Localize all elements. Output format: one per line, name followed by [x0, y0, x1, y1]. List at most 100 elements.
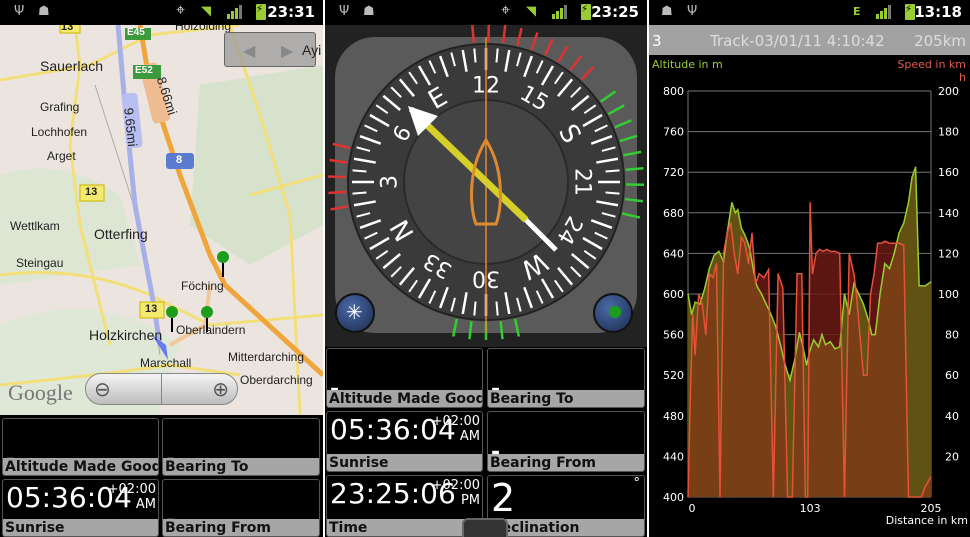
speed-point: [834, 250, 836, 252]
compass-tick: [352, 191, 367, 195]
altitude-point: [752, 268, 754, 270]
altitude-point: [839, 346, 841, 348]
google-logo: Google: [8, 380, 73, 405]
red-layline-tick: [328, 175, 347, 179]
altitude-point: [930, 281, 932, 283]
compass-tick: [605, 169, 620, 173]
tile-bearing-to[interactable]: - Bearing To: [487, 348, 645, 408]
compass-tick: [605, 191, 620, 195]
zoom-out-button[interactable]: ⊖: [86, 374, 162, 404]
zoom-in-button[interactable]: ⊕: [162, 374, 237, 404]
y-tick-right: 120: [938, 247, 959, 260]
place-label: Otterfing: [94, 226, 148, 242]
drawer-handle[interactable]: [462, 518, 508, 537]
speed-point: [801, 273, 803, 275]
tile-altitude-made-good[interactable]: - Altitude Made Good: [326, 348, 483, 408]
altitude-point: [874, 334, 876, 336]
compass-mode-button[interactable]: ✳: [335, 293, 375, 333]
altitude-point: [737, 209, 739, 211]
speed-point: [807, 496, 809, 498]
speed-point: [701, 303, 703, 305]
y-tick-left: 560: [663, 329, 684, 342]
speed-point: [903, 244, 905, 246]
timezone-offset: +02:00: [431, 414, 480, 429]
road-label: E45: [127, 27, 145, 38]
place-label: Oberdarching: [240, 373, 313, 387]
zoom-in-icon: ⊕: [212, 377, 229, 401]
compass-tick: [495, 301, 499, 316]
altitude-point: [821, 334, 823, 336]
compass-tick: [473, 301, 477, 316]
tile-bearing-from[interactable]: - Bearing From: [487, 411, 645, 472]
map-pin[interactable]: [217, 251, 229, 279]
tile-label: Declination: [488, 519, 644, 536]
speed-point: [822, 250, 824, 252]
road-label: E52: [135, 65, 153, 76]
speed-point: [763, 277, 765, 279]
map-pin[interactable]: [201, 306, 213, 334]
altitude-point: [779, 344, 782, 346]
altitude-point: [862, 303, 865, 305]
altitude-point: [770, 313, 772, 315]
speed-point: [848, 252, 850, 254]
altitude-point: [813, 339, 815, 341]
altitude-point: [722, 260, 725, 263]
tile-value: 2: [491, 476, 516, 520]
altitude-point: [867, 318, 869, 320]
altitude-point: [893, 252, 895, 254]
arrow-right-icon[interactable]: ▶: [281, 41, 293, 60]
wifi-icon: ◥: [201, 4, 211, 19]
y-tick-right: 200: [938, 85, 959, 98]
red-layline-tick: [470, 24, 476, 43]
altitude-point: [829, 341, 831, 343]
y-tick-left: 680: [663, 207, 684, 220]
y-tick-right: 160: [938, 166, 959, 179]
altitude-point: [699, 303, 701, 305]
tile-declination[interactable]: 2 ° Declination: [487, 475, 645, 537]
altitude-point: [734, 212, 737, 214]
speed-point: [884, 240, 886, 242]
tile-label: Bearing From: [163, 519, 319, 536]
place-label: Steingau: [16, 256, 64, 270]
place-label: Holzkirchen: [89, 327, 163, 343]
speed-point: [712, 277, 714, 279]
road-label: 13: [145, 303, 158, 315]
altitude-point: [798, 331, 801, 334]
speed-point: [705, 334, 707, 336]
tile-bearing-to[interactable]: - Bearing To: [162, 418, 320, 476]
altitude-point: [718, 250, 720, 252]
tile-sunrise[interactable]: 05:36:04 +02:00 AM Sunrise: [326, 411, 483, 472]
speed-point: [859, 334, 861, 336]
altitude-point: [756, 285, 758, 287]
y-tick-left: 520: [663, 369, 684, 382]
compass-tick: [495, 48, 499, 63]
y-tick-right: 140: [938, 207, 959, 220]
speed-point: [873, 273, 875, 275]
signal-icon: [227, 5, 243, 19]
compass-tick: [352, 169, 367, 173]
speed-point: [907, 496, 910, 498]
speed-point: [843, 496, 846, 498]
waypoint-button[interactable]: ●: [593, 293, 633, 333]
map-view[interactable]: 13 E45 E52 8 13 13 9.65mi 8.66mi Holzold…: [0, 25, 323, 415]
speed-point: [768, 269, 770, 271]
tile-label: Bearing From: [488, 454, 644, 471]
arrow-left-icon[interactable]: ◀: [243, 41, 255, 60]
speed-point: [888, 242, 891, 244]
speed-point: [722, 252, 725, 254]
tile-time[interactable]: 23:25:06 +02:00 PM Time: [326, 475, 483, 537]
speed-point: [754, 283, 757, 285]
x-tick: 103: [800, 502, 821, 515]
altitude-point: [879, 293, 881, 295]
tile-altitude-made-good[interactable]: - Altitude Made Good: [2, 418, 159, 476]
altitude-point: [911, 176, 913, 178]
tile-bearing-from[interactable]: - Bearing From: [162, 479, 320, 537]
map-pin[interactable]: [166, 306, 178, 334]
tile-sunrise[interactable]: 05:36:04 +02:00 AM Sunrise: [2, 479, 159, 537]
place-label: Grafing: [40, 100, 80, 114]
speed-point: [869, 293, 872, 295]
speed-point: [815, 252, 817, 254]
altitude-point: [746, 240, 748, 242]
altitude-point: [843, 293, 846, 295]
road-label: 8: [176, 154, 183, 166]
